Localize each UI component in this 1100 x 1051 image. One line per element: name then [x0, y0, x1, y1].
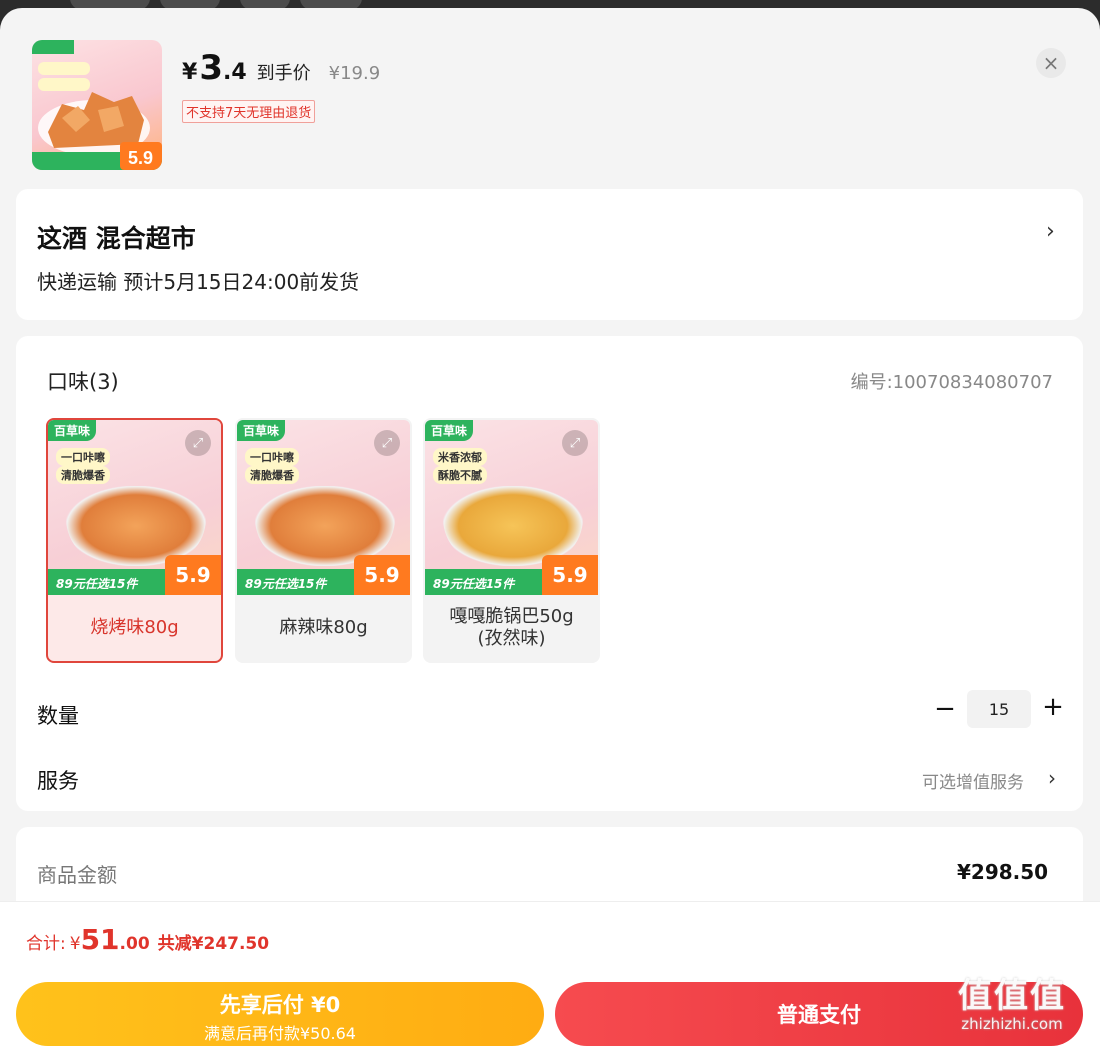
brand-logo: 百草味 [425, 420, 474, 441]
expand-icon[interactable]: ⤢ [374, 430, 400, 456]
brand-logo: 百草味 [237, 420, 286, 441]
flavor-option-bbq[interactable]: 百草味 一口咔嚓 清脆爆香 ⤢ 89元任选15件 5.9 烧烤味80g [46, 418, 223, 663]
feature-tag: 清脆爆香 [56, 466, 110, 484]
no-return-badge: 不支持7天无理由退货 [182, 100, 316, 123]
total-summary: 合计: ¥ 51 .00 共减¥247.50 [26, 923, 269, 956]
total-discount: 共减¥247.50 [157, 934, 270, 954]
price-badge: 5.9 [354, 555, 410, 595]
service-label: 服务 [37, 769, 79, 793]
product-image: 5.9 [32, 40, 162, 170]
feature-tag: 一口咔嚓 [56, 448, 110, 466]
svg-text:5.9: 5.9 [128, 148, 153, 168]
store-name: 这酒 混合超市 [37, 224, 196, 253]
pay-later-subtitle: 满意后再付款¥50.64 [204, 1024, 356, 1043]
chevron-right-icon: › [1046, 219, 1055, 244]
shipping-card[interactable]: 这酒 混合超市 快递运输 预计5月15日24:00前发货 › [16, 189, 1083, 320]
final-price-integer: 3 [199, 48, 223, 88]
normal-pay-button[interactable]: 普通支付 [555, 982, 1083, 1046]
quantity-decrease-button[interactable]: − [934, 694, 956, 724]
sku-selector-sheet: 5.9 ¥ 3 .4 到手价 ¥19.9 不支持7天无理由退货 × 这酒 混合超… [0, 8, 1100, 1051]
total-integer: 51 [80, 923, 120, 956]
pay-later-button[interactable]: 先享后付 ¥0 满意后再付款¥50.64 [16, 982, 544, 1046]
sku-number: 编号:10070834080707 [850, 372, 1053, 393]
flavor-label: 烧烤味80g [90, 616, 179, 638]
total-decimal: .00 [119, 934, 150, 954]
goods-amount-label: 商品金额 [37, 863, 117, 887]
flavor-image: 百草味 一口咔嚓 清脆爆香 ⤢ 89元任选15件 5.9 [237, 420, 410, 595]
service-option-link[interactable]: 可选增值服务 [922, 768, 1024, 793]
expand-icon[interactable]: ⤢ [562, 430, 588, 456]
price-badge: 5.9 [165, 555, 221, 595]
flavor-image: 百草味 一口咔嚓 清脆爆香 ⤢ 89元任选15件 5.9 [48, 420, 221, 595]
flavor-option-crispy-rice[interactable]: 百草味 米香浓郁 酥脆不腻 ⤢ 89元任选15件 5.9 嘎嘎脆锅巴50g (孜… [423, 418, 600, 663]
quantity-label: 数量 [37, 704, 79, 728]
flavor-label: 嘎嘎脆锅巴50g (孜然味) [449, 605, 574, 650]
product-thumbnail[interactable]: 5.9 [32, 40, 162, 170]
total-label: 合计: [26, 934, 66, 954]
chips-graphic [255, 486, 395, 566]
close-button[interactable]: × [1036, 48, 1066, 78]
quantity-increase-button[interactable]: + [1042, 692, 1064, 722]
expand-icon[interactable]: ⤢ [185, 430, 211, 456]
flavor-image: 百草味 米香浓郁 酥脆不腻 ⤢ 89元任选15件 5.9 [425, 420, 598, 595]
flavor-title: 口味(3) [47, 370, 119, 394]
feature-tag: 清脆爆香 [245, 466, 299, 484]
feature-tag: 米香浓郁 [433, 448, 487, 466]
total-currency: ¥ [69, 934, 81, 954]
delivery-info: 快递运输 预计5月15日24:00前发货 [37, 270, 360, 294]
quantity-input[interactable]: 15 [967, 690, 1031, 728]
currency-symbol: ¥ [182, 60, 198, 85]
flavor-label: 麻辣味80g [279, 616, 368, 638]
feature-tag: 酥脆不腻 [433, 466, 487, 484]
feature-tag: 一口咔嚓 [245, 448, 299, 466]
final-price-tag: 到手价 [256, 63, 311, 84]
original-price: ¥19.9 [328, 63, 381, 84]
pay-later-title: 先享后付 ¥0 [219, 993, 341, 1017]
goods-amount-value: ¥298.50 [957, 860, 1049, 884]
final-price-decimal: .4 [222, 60, 247, 85]
chips-graphic [443, 486, 583, 566]
close-icon: × [1042, 51, 1060, 75]
chevron-right-icon[interactable]: › [1048, 766, 1056, 790]
flavor-option-spicy[interactable]: 百草味 一口咔嚓 清脆爆香 ⤢ 89元任选15件 5.9 麻辣味80g [235, 418, 412, 663]
price-badge: 5.9 [542, 555, 598, 595]
chips-graphic [66, 486, 206, 566]
options-card: 口味(3) 编号:10070834080707 百草味 一口咔嚓 清脆爆香 ⤢ … [16, 336, 1083, 811]
checkout-footer: 合计: ¥ 51 .00 共减¥247.50 先享后付 ¥0 满意后再付款¥50… [0, 902, 1100, 1051]
sheet-header: 5.9 ¥ 3 .4 到手价 ¥19.9 不支持7天无理由退货 × [0, 8, 1100, 188]
brand-logo: 百草味 [48, 420, 97, 441]
price-row: ¥ 3 .4 到手价 ¥19.9 [182, 48, 380, 88]
